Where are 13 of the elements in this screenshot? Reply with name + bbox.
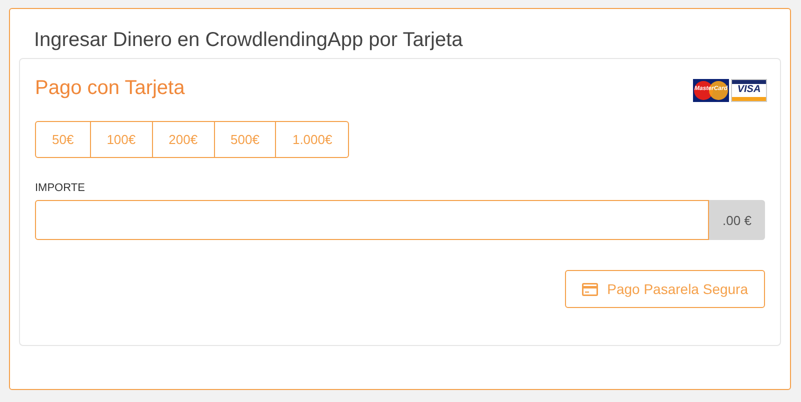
amount-input[interactable] [35,200,709,240]
amount-button[interactable]: 100€ [90,121,153,158]
field-label: IMPORTE [35,182,86,194]
amount-button[interactable]: 50€ [35,121,91,158]
amount-button[interactable]: 500€ [214,121,276,158]
currency-suffix: .00 € [709,200,765,240]
credit-card-icon [582,282,598,296]
card-logo: VISA [731,79,767,102]
panel-title: Ingresar Dinero en CrowdlendingApp por Tarjeta [33,28,464,53]
card-title: Pago con Tarjeta [35,77,185,100]
amount-button[interactable]: 200€ [152,121,215,158]
amount-button[interactable]: 1.000€ [275,121,350,158]
pay-button[interactable]: Pago Pasarela Segura [565,270,765,308]
